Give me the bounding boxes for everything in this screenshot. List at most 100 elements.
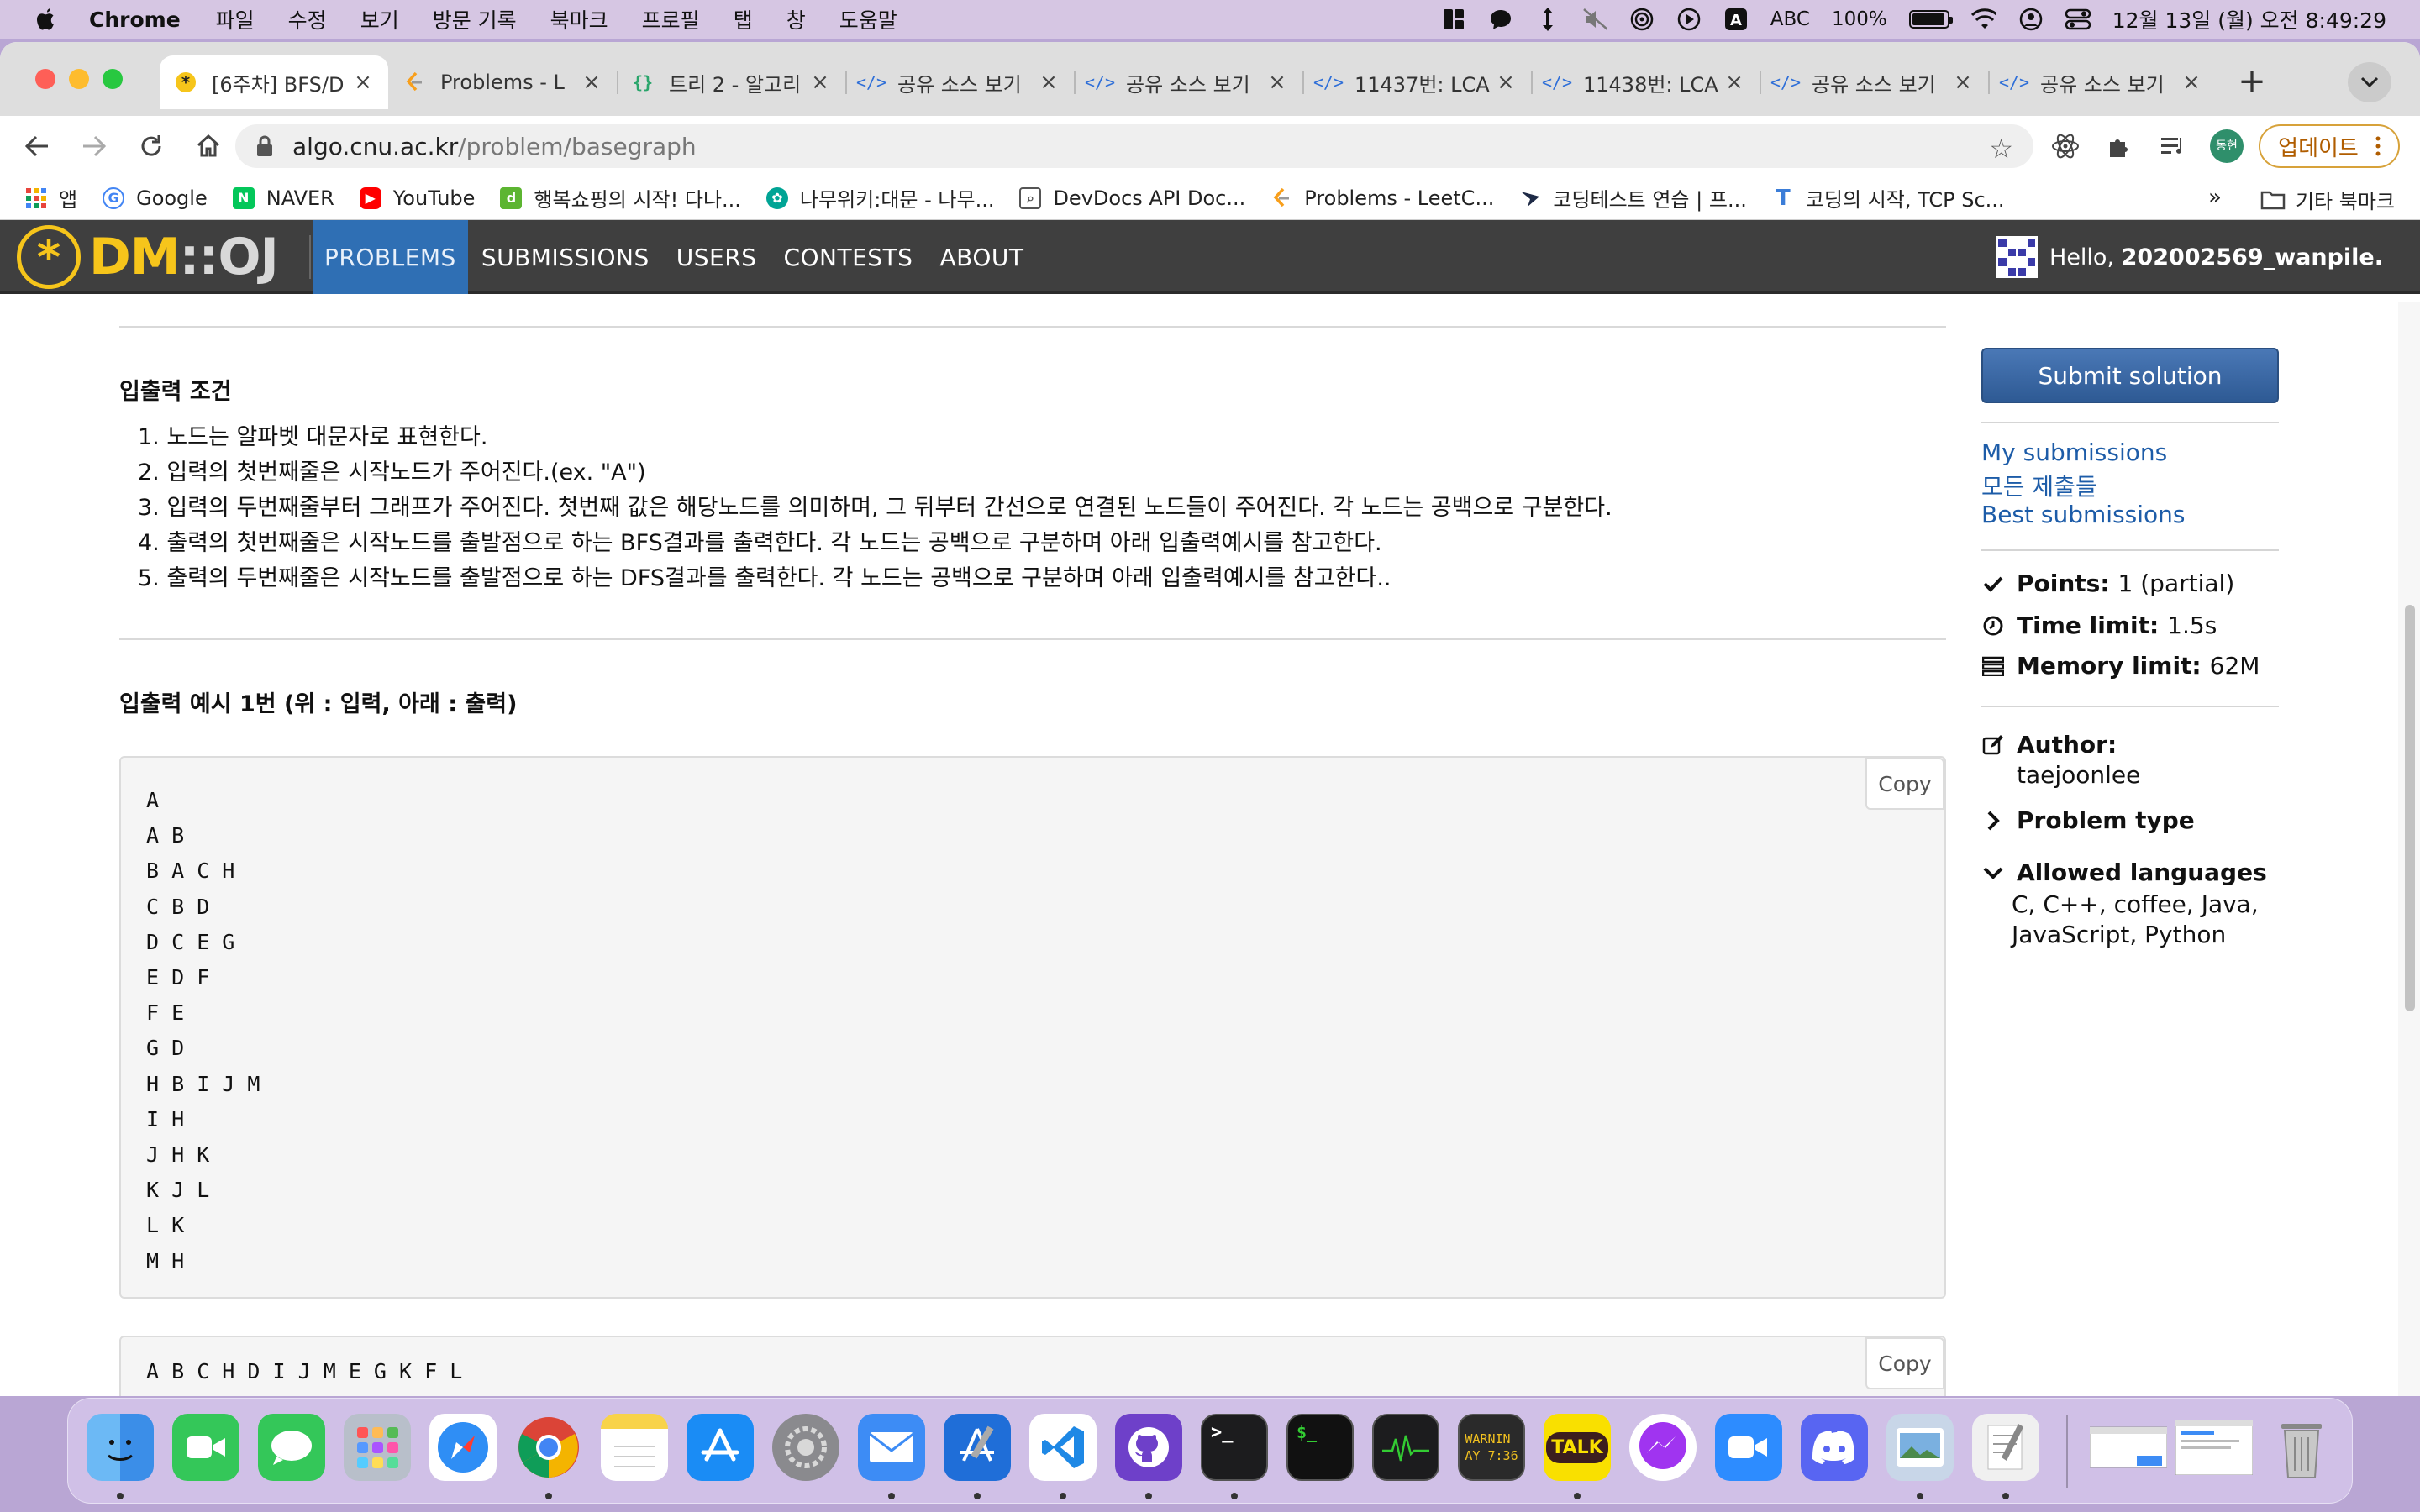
- app-name-menu[interactable]: Chrome: [89, 8, 181, 32]
- address-bar[interactable]: algo.cnu.ac.kr/problem/basegraph ☆: [235, 124, 2033, 168]
- tab-lca-11437[interactable]: </> 11437번: LCA ×: [1302, 55, 1531, 109]
- tab-shared-source-3[interactable]: </> 공유 소스 보기 ×: [1760, 55, 1988, 109]
- app-store-icon[interactable]: [687, 1414, 754, 1481]
- safari-icon[interactable]: [429, 1414, 497, 1481]
- vertical-arrows-icon[interactable]: [1535, 7, 1560, 32]
- menubar-clock[interactable]: 12월 13일 (월) 오전 8:49:29: [2112, 4, 2386, 34]
- close-window-button[interactable]: [35, 69, 55, 89]
- wifi-icon[interactable]: [1970, 7, 1996, 32]
- battery-icon[interactable]: [1908, 10, 1953, 29]
- launchpad-icon[interactable]: [344, 1414, 411, 1481]
- close-tab-icon[interactable]: ×: [1039, 71, 1059, 93]
- close-tab-icon[interactable]: ×: [353, 71, 373, 93]
- menu-window[interactable]: 창: [786, 4, 806, 34]
- facetime-icon[interactable]: [172, 1414, 239, 1481]
- bookmarks-overflow-button[interactable]: »: [2208, 185, 2222, 210]
- problem-type-toggle[interactable]: Problem type: [1981, 806, 2203, 834]
- play-circle-icon[interactable]: [1676, 7, 1702, 32]
- close-tab-icon[interactable]: ×: [810, 71, 830, 93]
- apple-menu-icon[interactable]: [34, 7, 59, 32]
- chrome-icon[interactable]: [515, 1414, 582, 1481]
- window-layout-icon[interactable]: [1441, 7, 1466, 32]
- bookmark-apps[interactable]: 앱: [25, 183, 77, 213]
- mute-icon[interactable]: [1582, 7, 1607, 32]
- preview-icon[interactable]: [1886, 1414, 1954, 1481]
- close-tab-icon[interactable]: ×: [1724, 71, 1744, 93]
- terminal-icon[interactable]: >_: [1201, 1414, 1268, 1481]
- menu-profiles[interactable]: 프로필: [642, 4, 700, 34]
- minimize-window-button[interactable]: [69, 69, 89, 89]
- menu-edit[interactable]: 수정: [288, 4, 327, 34]
- tab-leetcode-problems[interactable]: Problems - L ×: [388, 55, 617, 109]
- nav-submissions[interactable]: SUBMISSIONS: [468, 220, 663, 294]
- menu-help[interactable]: 도움말: [839, 4, 897, 34]
- airdrop-icon[interactable]: [1629, 7, 1655, 32]
- other-bookmarks-folder[interactable]: 기타 북마크: [2260, 185, 2395, 214]
- menu-tab[interactable]: 탭: [734, 4, 753, 34]
- tab-shared-source-2[interactable]: </> 공유 소스 보기 ×: [1074, 55, 1302, 109]
- input-source-label[interactable]: ABC: [1770, 8, 1810, 30]
- minimized-window-1[interactable]: [2090, 1414, 2167, 1481]
- update-button[interactable]: 업데이트: [2259, 124, 2400, 168]
- nav-problems[interactable]: PROBLEMS: [313, 220, 468, 294]
- user-menu[interactable]: Hello, 202002569_wanpile.: [1996, 220, 2383, 294]
- lock-icon[interactable]: [255, 135, 274, 157]
- new-tab-button[interactable]: +: [2232, 62, 2272, 102]
- profile-avatar[interactable]: 동현: [2210, 129, 2244, 163]
- vscode-icon[interactable]: [1029, 1414, 1097, 1481]
- allowed-languages-toggle[interactable]: Allowed languages: [1981, 858, 2275, 886]
- media-queue-icon[interactable]: [2154, 128, 2191, 165]
- close-tab-icon[interactable]: ×: [1953, 71, 1973, 93]
- xcode-icon[interactable]: [944, 1414, 1011, 1481]
- mail-icon[interactable]: [858, 1414, 925, 1481]
- zoom-icon[interactable]: [1715, 1414, 1782, 1481]
- fullscreen-window-button[interactable]: [103, 69, 123, 89]
- close-tab-icon[interactable]: ×: [1496, 71, 1516, 93]
- tab-basegraph-problem[interactable]: * [6주차] BFS/D ×: [160, 55, 388, 109]
- tab-tree-algorithm[interactable]: {} 트리 2 - 알고리 ×: [617, 55, 845, 109]
- close-tab-icon[interactable]: ×: [581, 71, 602, 93]
- bookmark-programmers[interactable]: 코딩테스트 연습 | 프...: [1519, 183, 1747, 213]
- tab-search-button[interactable]: [2348, 62, 2391, 102]
- react-devtools-icon[interactable]: [2047, 128, 2084, 165]
- page-scrollbar[interactable]: [2398, 302, 2420, 1396]
- console-icon[interactable]: WARNIN AY 7:36: [1458, 1414, 1525, 1481]
- finder-icon[interactable]: [87, 1414, 154, 1481]
- nav-about[interactable]: ABOUT: [926, 220, 1037, 294]
- bookmark-danawa[interactable]: d 행복쇼핑의 시작! 다나...: [500, 183, 741, 213]
- messages-icon[interactable]: [258, 1414, 325, 1481]
- minimized-window-2[interactable]: [2175, 1414, 2253, 1481]
- trash-icon[interactable]: [2268, 1414, 2335, 1481]
- nav-contests[interactable]: CONTESTS: [770, 220, 926, 294]
- bookmark-tcpschool[interactable]: T 코딩의 시작, TCP Sc...: [1772, 183, 2005, 213]
- author-value[interactable]: taejoonlee: [2017, 761, 2140, 789]
- tab-shared-source-4[interactable]: </> 공유 소스 보기 ×: [1988, 55, 2217, 109]
- back-button[interactable]: [17, 126, 57, 166]
- reload-button[interactable]: [131, 126, 171, 166]
- messenger-icon[interactable]: [1629, 1414, 1697, 1481]
- forward-button[interactable]: [74, 126, 114, 166]
- bookmark-youtube[interactable]: ▶ YouTube: [359, 186, 475, 210]
- my-submissions-link[interactable]: My submissions: [1981, 438, 2167, 466]
- user-account-icon[interactable]: [2018, 7, 2044, 32]
- close-tab-icon[interactable]: ×: [1267, 71, 1287, 93]
- copy-input-button[interactable]: Copy: [1865, 758, 1944, 810]
- bookmark-devdocs[interactable]: ⌕ DevDocs API Doc...: [1019, 186, 1245, 210]
- menu-file[interactable]: 파일: [216, 4, 255, 34]
- iterm-icon[interactable]: $_: [1286, 1414, 1354, 1481]
- bookmark-leetcode[interactable]: Problems - LeetC...: [1270, 186, 1494, 210]
- bookmark-star-icon[interactable]: ☆: [1989, 133, 2013, 165]
- menu-history[interactable]: 방문 기록: [433, 4, 517, 34]
- submit-solution-button[interactable]: Submit solution: [1981, 348, 2279, 403]
- scrollbar-thumb[interactable]: [2405, 605, 2415, 1011]
- kakaotalk-icon[interactable]: TALK: [1544, 1414, 1611, 1481]
- discord-icon[interactable]: [1801, 1414, 1868, 1481]
- menu-bookmarks[interactable]: 북마크: [550, 4, 608, 34]
- menu-view[interactable]: 보기: [360, 4, 399, 34]
- activity-monitor-icon[interactable]: [1372, 1414, 1439, 1481]
- home-button[interactable]: [188, 126, 229, 166]
- site-logo[interactable]: * DM::OJ: [17, 225, 279, 289]
- copy-output-button[interactable]: Copy: [1865, 1337, 1944, 1389]
- bookmark-namuwiki[interactable]: ✿ 나무위키:대문 - 나무...: [765, 183, 994, 213]
- bookmark-naver[interactable]: N NAVER: [232, 186, 334, 210]
